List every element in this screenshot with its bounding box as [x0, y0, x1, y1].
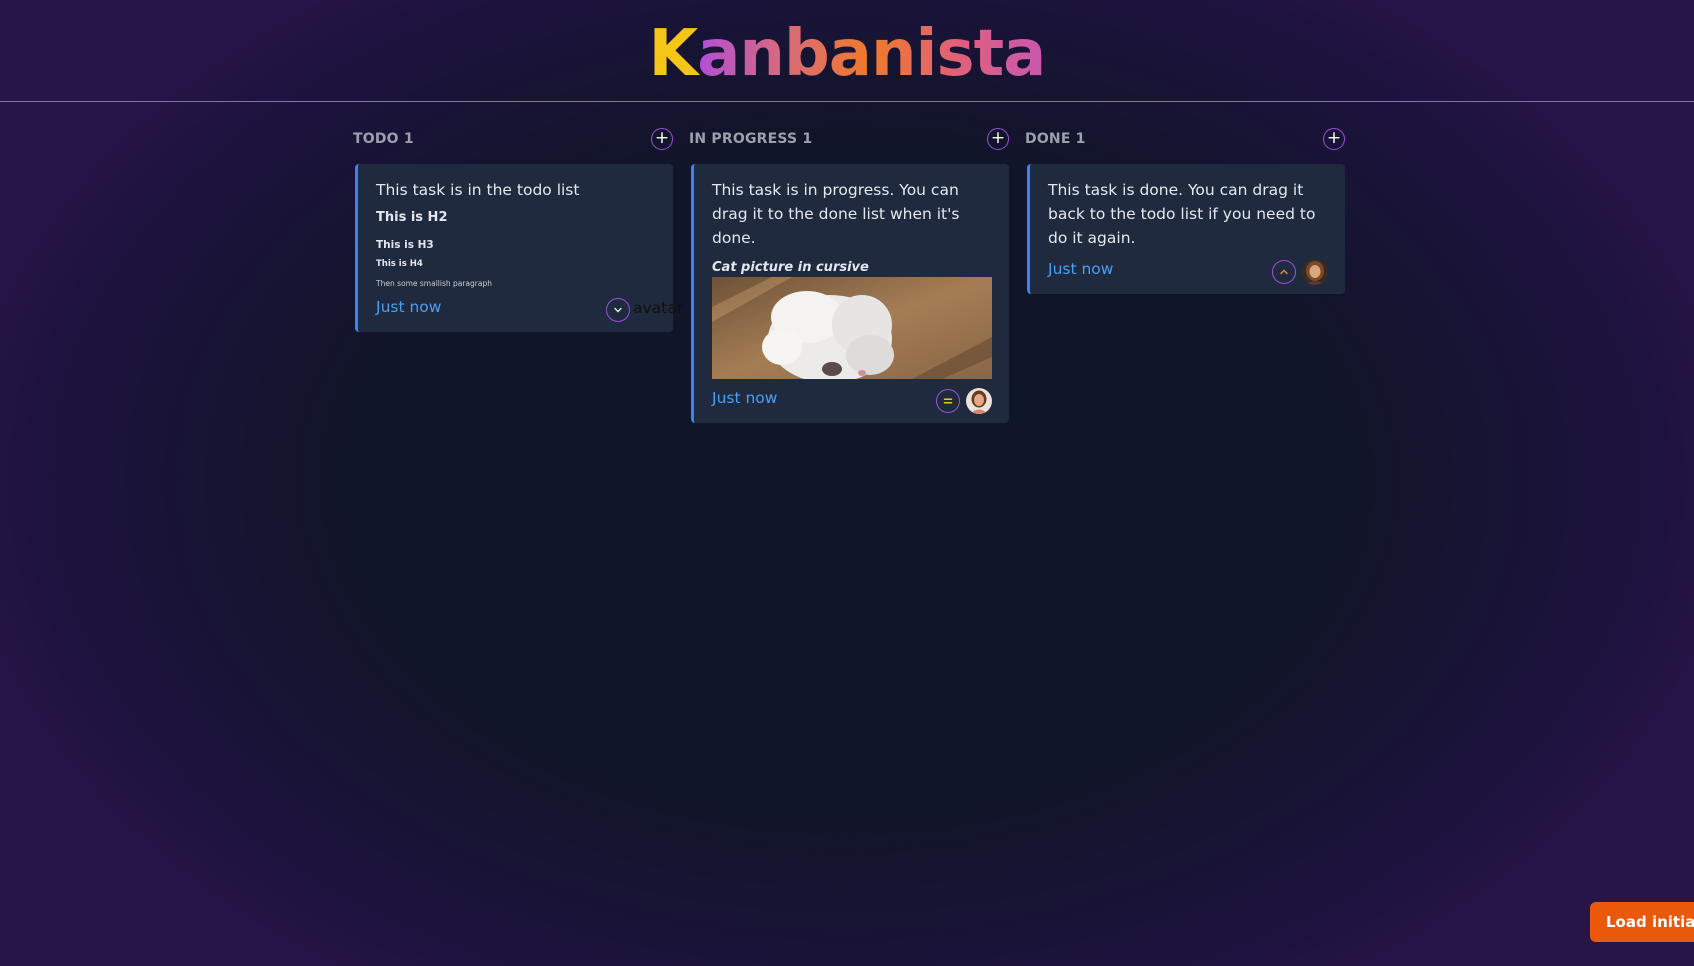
card-footer: Just now avatar — [376, 288, 683, 332]
column-title: IN PROGRESS 1 — [689, 131, 813, 147]
logo-letter-k: K — [648, 17, 699, 91]
column-done: DONE 1 + This task is done. You can drag… — [1025, 128, 1345, 294]
task-timestamp[interactable]: Just now — [376, 298, 441, 316]
add-task-button[interactable]: + — [987, 128, 1009, 150]
task-card[interactable]: This task is done. You can drag it back … — [1027, 164, 1345, 294]
chevron-down-icon[interactable] — [606, 298, 630, 322]
task-card[interactable]: This task is in the todo list This is H2… — [355, 164, 683, 332]
task-paragraph: Then some smallish paragraph — [376, 279, 492, 288]
chevron-up-icon[interactable] — [1272, 260, 1296, 284]
column-header: DONE 1 + — [1025, 128, 1345, 152]
column-header: TODO 1 + — [353, 128, 673, 152]
column-title: DONE 1 — [1025, 131, 1086, 147]
task-caption: Cat picture in cursive — [712, 260, 869, 275]
add-task-button[interactable]: + — [651, 128, 673, 150]
card-footer: Just now — [712, 379, 993, 423]
column-title: TODO 1 — [353, 131, 414, 147]
column-header: IN PROGRESS 1 + — [689, 128, 1009, 152]
task-heading-h4: This is H4 — [376, 259, 423, 269]
load-initial-button[interactable]: Load initial — [1590, 902, 1694, 942]
task-card[interactable]: This task is in progress. You can drag i… — [691, 164, 1009, 423]
add-task-button[interactable]: + — [1323, 128, 1345, 150]
task-text: This task is in the todo list — [376, 181, 580, 199]
logo-text: anbanista — [697, 17, 1046, 91]
task-text: This task is in progress. You can drag i… — [712, 181, 960, 247]
avatar — [966, 388, 992, 414]
task-timestamp[interactable]: Just now — [712, 389, 777, 407]
cat-image — [712, 277, 992, 379]
avatar-broken-image: avatar — [633, 299, 684, 317]
task-timestamp[interactable]: Just now — [1048, 260, 1113, 278]
card-footer: Just now — [1048, 250, 1329, 294]
column-in-progress: IN PROGRESS 1 + This task is in progress… — [689, 128, 1009, 423]
column-todo: TODO 1 + This task is in the todo list T… — [353, 128, 683, 332]
app-logo: Kanbanista — [0, 12, 1694, 96]
avatar — [1302, 259, 1328, 285]
task-heading-h2: This is H2 — [376, 210, 448, 225]
app-header: Kanbanista — [0, 0, 1694, 102]
equals-icon[interactable] — [936, 389, 960, 413]
task-text: This task is done. You can drag it back … — [1048, 181, 1316, 247]
task-heading-h3: This is H3 — [376, 239, 434, 251]
